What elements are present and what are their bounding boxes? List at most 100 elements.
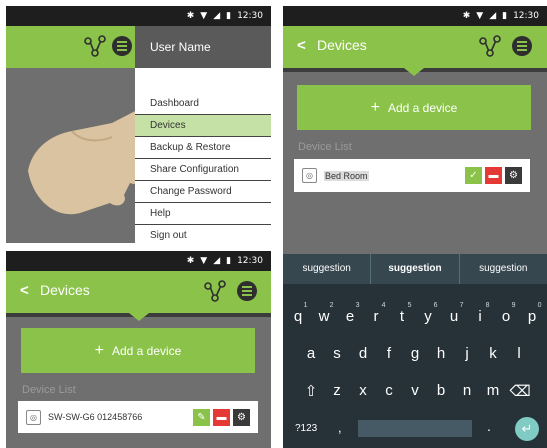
- device-row[interactable]: ◎ SW-SW-G6 012458766 ✎ ▬ ⚙: [18, 401, 258, 433]
- rename-device-screen: ✱ ▼ ◢ ▮ 12:30 < Devices + Add a device D…: [283, 6, 547, 448]
- key-n[interactable]: n: [458, 382, 477, 400]
- key-i[interactable]: 8i: [471, 302, 489, 325]
- delete-button[interactable]: ▬: [485, 167, 502, 184]
- plus-icon: +: [94, 341, 104, 359]
- key-l[interactable]: l: [510, 345, 529, 362]
- device-list-heading: Device List: [298, 141, 352, 153]
- period-key[interactable]: .: [487, 418, 491, 434]
- suggestion-right[interactable]: suggestion: [460, 254, 547, 284]
- menu-item-dashboard[interactable]: Dashboard: [135, 93, 271, 115]
- key-c[interactable]: c: [380, 382, 399, 400]
- wifi-icon: ▼: [200, 256, 208, 266]
- suggestion-middle[interactable]: suggestion: [370, 254, 460, 284]
- network-icon[interactable]: [204, 280, 226, 302]
- wifi-icon: ▼: [476, 11, 484, 21]
- key-k[interactable]: k: [484, 345, 503, 362]
- delete-button[interactable]: ▬: [213, 408, 230, 426]
- status-bar: ✱ ▼ ◢ ▮ 12:30: [283, 6, 547, 26]
- key-v[interactable]: v: [406, 382, 425, 400]
- menu-item-share-configuration[interactable]: Share Configuration: [135, 159, 271, 181]
- key-m[interactable]: m: [484, 382, 503, 400]
- key-a[interactable]: a: [302, 345, 321, 362]
- trash-icon: ▬: [216, 411, 227, 423]
- key-z[interactable]: z: [328, 382, 347, 400]
- backspace-key[interactable]: ⌫: [510, 382, 531, 400]
- device-name: SW-SW-G6 012458766: [48, 412, 143, 422]
- key-j[interactable]: j: [458, 345, 477, 362]
- battery-icon: ▮: [226, 256, 232, 266]
- devices-screen: ✱ ▼ ◢ ▮ 12:30 < Devices + Add a device D…: [6, 251, 271, 448]
- signal-icon: ◢: [213, 256, 221, 266]
- on-screen-keyboard: suggestion suggestion suggestion 1q 2w 3…: [283, 254, 547, 448]
- menu-screen: ✱ ▼ ◢ ▮ 12:30 User Name Dashboard Device…: [6, 6, 271, 243]
- suggestion-left[interactable]: suggestion: [283, 254, 370, 284]
- status-bar: ✱ ▼ ◢ ▮ 12:30: [6, 6, 271, 26]
- menu-item-sign-out[interactable]: Sign out: [135, 225, 271, 243]
- menu-item-change-password[interactable]: Change Password: [135, 181, 271, 203]
- battery-icon: ▮: [502, 11, 508, 21]
- edit-icon: ✎: [197, 411, 206, 423]
- wifi-icon: ▼: [200, 11, 208, 21]
- app-bar: < Devices: [6, 271, 271, 317]
- shift-key[interactable]: ⇧: [302, 382, 321, 400]
- network-icon[interactable]: [479, 35, 501, 57]
- settings-button[interactable]: ⚙: [505, 167, 522, 184]
- menu-icon[interactable]: [512, 36, 532, 56]
- nav-menu: User Name Dashboard Devices Backup & Res…: [135, 26, 271, 243]
- device-name-input[interactable]: Bed Room: [324, 170, 369, 181]
- signal-icon: ◢: [213, 11, 221, 21]
- menu-item-help[interactable]: Help: [135, 203, 271, 225]
- symbols-key[interactable]: ?123: [295, 423, 317, 434]
- plus-icon: +: [370, 98, 380, 116]
- page-title: Devices: [317, 37, 367, 53]
- menu-item-backup-restore[interactable]: Backup & Restore: [135, 137, 271, 159]
- key-u[interactable]: 7u: [445, 302, 464, 325]
- key-q[interactable]: 1q: [289, 302, 308, 325]
- app-bar-notch: [404, 68, 424, 76]
- key-e[interactable]: 3e: [341, 302, 360, 325]
- status-time: 12:30: [513, 11, 539, 21]
- add-device-button[interactable]: + Add a device: [21, 328, 255, 373]
- key-t[interactable]: 5t: [393, 302, 412, 325]
- key-r[interactable]: 4r: [367, 302, 386, 325]
- settings-button[interactable]: ⚙: [233, 408, 250, 426]
- key-h[interactable]: h: [432, 345, 451, 362]
- menu-icon[interactable]: [237, 281, 257, 301]
- comma-key[interactable]: ,: [338, 420, 342, 435]
- key-d[interactable]: d: [354, 345, 373, 362]
- network-icon[interactable]: [84, 35, 106, 57]
- key-w[interactable]: 2w: [315, 302, 334, 325]
- back-icon[interactable]: <: [297, 37, 306, 54]
- add-device-label: Add a device: [387, 100, 458, 115]
- bluetooth-icon: ✱: [186, 11, 195, 21]
- bluetooth-icon: ✱: [186, 256, 195, 266]
- add-device-label: Add a device: [111, 343, 182, 358]
- key-g[interactable]: g: [406, 345, 425, 362]
- edit-button[interactable]: ✎: [193, 408, 210, 426]
- menu-item-devices[interactable]: Devices: [135, 115, 271, 137]
- key-p[interactable]: 0p: [523, 302, 542, 325]
- menu-icon[interactable]: [112, 36, 132, 56]
- status-time: 12:30: [237, 256, 263, 266]
- key-row-3: ⇧ z x c v b n m ⌫: [283, 382, 547, 400]
- key-o[interactable]: 9o: [497, 302, 516, 325]
- key-y[interactable]: 6y: [419, 302, 437, 325]
- key-x[interactable]: x: [354, 382, 373, 400]
- gear-icon: ⚙: [509, 170, 518, 181]
- key-b[interactable]: b: [432, 382, 451, 400]
- back-icon[interactable]: <: [20, 282, 29, 299]
- bluetooth-icon: ✱: [462, 11, 471, 21]
- app-bar-notch: [129, 313, 149, 321]
- app-bar: < Devices: [283, 26, 547, 72]
- gear-icon: ⚙: [237, 411, 246, 423]
- page-title: Devices: [40, 282, 90, 298]
- confirm-button[interactable]: ✓: [465, 167, 482, 184]
- enter-key[interactable]: ↵: [515, 417, 539, 441]
- key-s[interactable]: s: [328, 345, 347, 362]
- space-key[interactable]: [358, 420, 472, 437]
- status-time: 12:30: [237, 11, 263, 21]
- key-f[interactable]: f: [380, 345, 399, 362]
- trash-icon: ▬: [488, 170, 499, 181]
- add-device-button[interactable]: + Add a device: [297, 85, 531, 130]
- user-name: User Name: [135, 26, 271, 68]
